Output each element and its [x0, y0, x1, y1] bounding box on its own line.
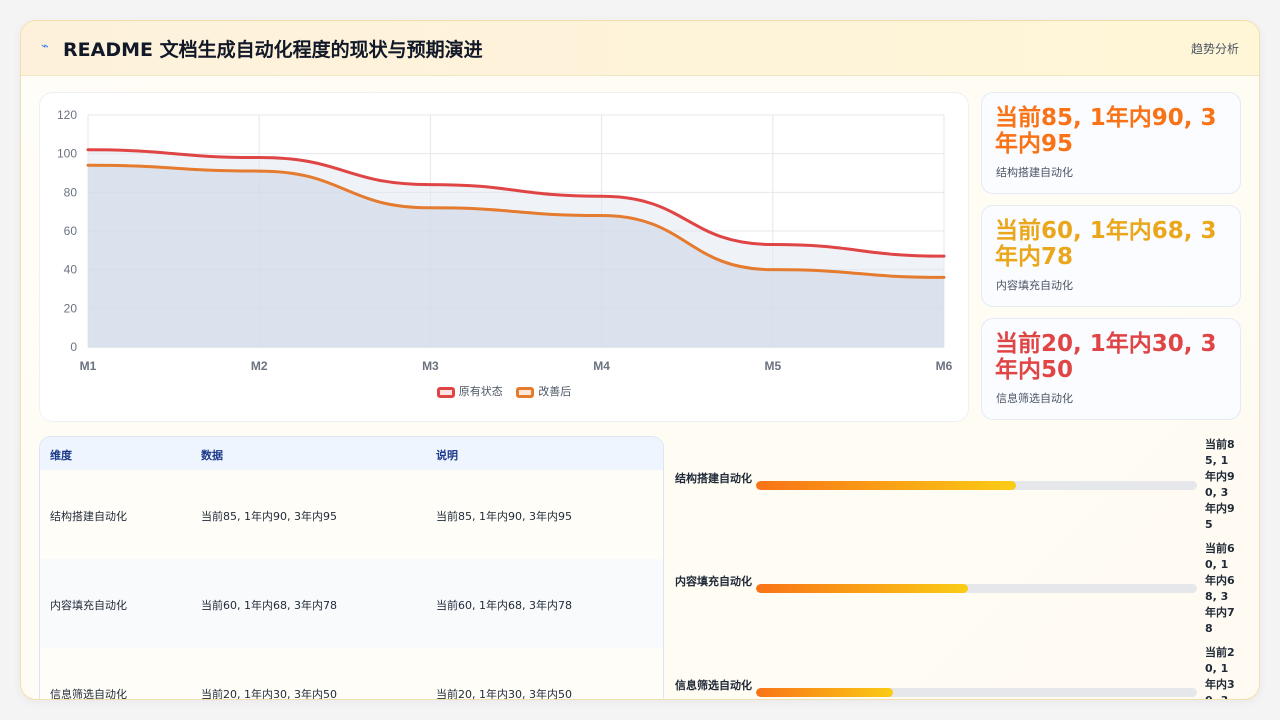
legend-item-original[interactable]: 原有状态 [436, 383, 503, 399]
chart-legend: 原有状态 改善后 [40, 383, 968, 399]
table-cell-note: 当前85, 1年内90, 3年内95 [436, 510, 572, 523]
table-cell-dimension: 结构搭建自动化 [50, 510, 127, 523]
legend-label-improved: 改善后 [538, 385, 572, 398]
table-row: 信息筛选自动化 当前20, 1年内30, 3年内50 当前20, 1年内30, … [40, 648, 663, 700]
progress-label-content: 内容填充自动化 [675, 575, 752, 588]
kpi-card-content: 当前60, 1年内68, 3年内78 内容填充自动化 [981, 205, 1241, 307]
y-tick-label: 0 [70, 340, 77, 354]
y-tick-label: 60 [64, 224, 78, 238]
legend-item-improved[interactable]: 改善后 [516, 383, 571, 399]
x-tick-label: M5 [764, 359, 781, 373]
kpi-value-content: 当前60, 1年内68, 3年内78 [995, 218, 1217, 270]
progress-track-filter [756, 688, 1197, 697]
kpi-card-structure: 当前85, 1年内90, 3年内95 结构搭建自动化 [981, 92, 1241, 194]
kpi-value-structure: 当前85, 1年内90, 3年内95 [995, 105, 1217, 157]
header: ⌁ README 文档生成自动化程度的现状与预期演进 趋势分析 [21, 21, 1259, 76]
kpi-label-content: 内容填充自动化 [996, 279, 1073, 292]
kpi-card-filter: 当前20, 1年内30, 3年内50 信息筛选自动化 [981, 318, 1241, 420]
progress-fill-filter [756, 688, 893, 697]
page-title: README 文档生成自动化程度的现状与预期演进 [63, 39, 483, 61]
y-tick-label: 40 [64, 263, 78, 277]
progress-value-content: 当前60, 1年内68, 3年内78 [1205, 542, 1235, 635]
legend-label-original: 原有状态 [458, 385, 503, 398]
kpi-label-structure: 结构搭建自动化 [996, 166, 1073, 179]
table-cell-note: 当前20, 1年内30, 3年内50 [436, 688, 572, 700]
table-header: 维度 数据 说明 [40, 437, 663, 471]
table-cell-note: 当前60, 1年内68, 3年内78 [436, 599, 572, 612]
kpi-value-filter: 当前20, 1年内30, 3年内50 [995, 331, 1217, 383]
progress-row-filter: 信息筛选自动化 当前20, 1年内30, 3年内50 [675, 646, 1245, 699]
table-header-dimension: 维度 [50, 449, 72, 462]
y-tick-label: 80 [64, 185, 78, 199]
y-tick-label: 120 [57, 108, 77, 122]
table-header-data: 数据 [201, 449, 223, 462]
legend-swatch-original [436, 387, 455, 398]
table-cell-dimension: 内容填充自动化 [50, 599, 127, 612]
lightning-icon: ⌁ [41, 39, 49, 54]
table-header-note: 说明 [436, 449, 458, 462]
table-row: 内容填充自动化 当前60, 1年内68, 3年内78 当前60, 1年内68, … [40, 559, 663, 649]
dashboard-frame: ⌁ README 文档生成自动化程度的现状与预期演进 趋势分析 0 20 40 60 8… [20, 20, 1260, 700]
y-tick-label: 20 [64, 301, 78, 315]
legend-swatch-improved [516, 387, 535, 398]
progress-label-filter: 信息筛选自动化 [675, 679, 752, 692]
trend-analysis-tag: 趋势分析 [1190, 42, 1239, 56]
data-table: 维度 数据 说明 结构搭建自动化 当前85, 1年内90, 3年内95 当前85… [39, 436, 664, 700]
x-tick-label: M3 [422, 359, 439, 373]
kpi-label-filter: 信息筛选自动化 [996, 392, 1073, 405]
x-tick-label: M1 [80, 359, 97, 373]
area-chart-card: 0 20 40 60 80 100 120 M1 M2 M3 M4 M5 M6 原有状态 改善后 [39, 92, 969, 422]
y-tick-label: 100 [57, 147, 77, 161]
area-chart: 0 20 40 60 80 100 120 M1 M2 M3 M4 M5 M6 [57, 108, 953, 373]
table-cell-data: 当前60, 1年内68, 3年内78 [201, 599, 337, 612]
x-tick-label: M2 [251, 359, 268, 373]
table-cell-dimension: 信息筛选自动化 [50, 688, 127, 700]
progress-value-filter: 当前20, 1年内30, 3年内50 [1205, 646, 1235, 699]
progress-label-structure: 结构搭建自动化 [675, 472, 752, 485]
progress-fill-content [756, 584, 968, 593]
progress-row-content: 内容填充自动化 当前60, 1年内68, 3年内78 [675, 542, 1245, 643]
table-cell-data: 当前20, 1年内30, 3年内50 [201, 688, 337, 700]
table-cell-data: 当前85, 1年内90, 3年内95 [201, 510, 337, 523]
table-row: 结构搭建自动化 当前85, 1年内90, 3年内95 当前85, 1年内90, … [40, 470, 663, 560]
progress-track-content [756, 584, 1197, 593]
progress-value-structure: 当前85, 1年内90, 3年内95 [1205, 438, 1235, 531]
progress-row-structure: 结构搭建自动化 当前85, 1年内90, 3年内95 [675, 438, 1245, 539]
x-tick-label: M4 [593, 359, 610, 373]
progress-track-structure [756, 481, 1197, 490]
x-tick-label: M6 [936, 359, 953, 373]
progress-fill-structure [756, 481, 1017, 490]
